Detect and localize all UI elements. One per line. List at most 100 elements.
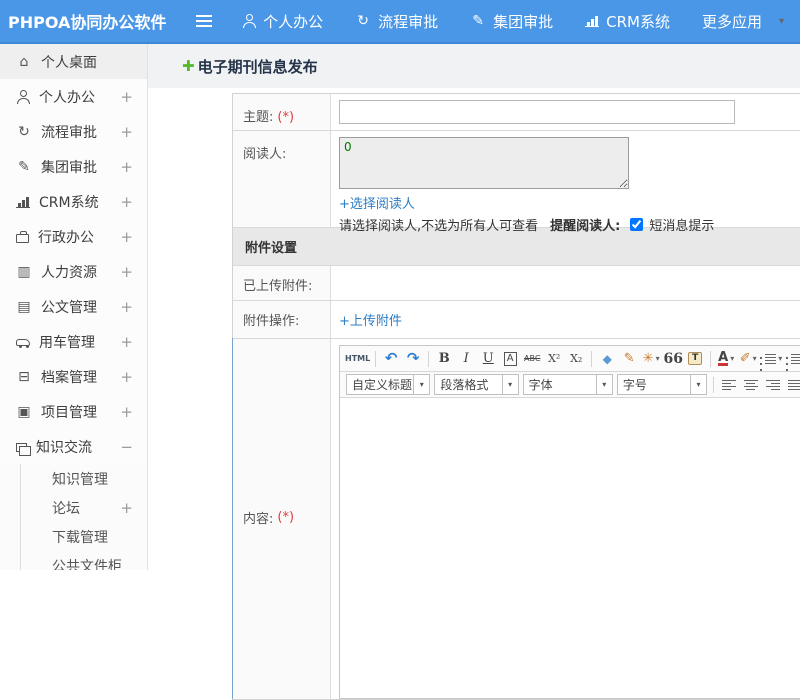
- sidebar-item-label: 下载管理: [52, 529, 108, 546]
- highlight-icon[interactable]: ✐ ▾: [738, 349, 758, 369]
- readers-textarea[interactable]: 0: [339, 137, 629, 189]
- uploaded-label: 已上传附件:: [233, 266, 331, 300]
- italic-icon: I: [463, 351, 469, 366]
- sidebar-item-知识管理[interactable]: 知识管理: [21, 464, 147, 493]
- font-family-select[interactable]: 字体 ▾: [522, 374, 613, 395]
- sidebar-item-行政办公[interactable]: 行政办公 +: [0, 219, 147, 254]
- custom-title-select[interactable]: 自定义标题 ▾: [346, 374, 431, 395]
- readers-label: 阅读人:: [233, 131, 331, 227]
- sidebar-item-个人桌面[interactable]: ⌂ 个人桌面: [0, 44, 147, 79]
- workflow-icon: ↻: [357, 13, 369, 29]
- superscript-icon: X²: [548, 352, 561, 365]
- editor-content-area[interactable]: [340, 398, 800, 698]
- align-center-icon: [743, 379, 758, 390]
- app-logo: PHPOA协同办公软件: [8, 13, 167, 32]
- nav-item-CRM系统[interactable]: CRM系统: [569, 0, 686, 43]
- unordered-list-icon[interactable]: [784, 349, 800, 369]
- nav-item-个人办公[interactable]: 个人办公: [226, 0, 339, 43]
- top-navigation: 个人办公 ↻ 流程审批 ✎ 集团审批 CRM系统 更多应用 ▾: [226, 0, 800, 43]
- blockquote-icon[interactable]: 66: [663, 349, 683, 369]
- attachment-action-label: 附件操作:: [233, 301, 331, 338]
- strikethrough-icon: ABC: [524, 353, 541, 363]
- nav-item-流程审批[interactable]: ↻ 流程审批: [339, 0, 454, 43]
- sms-checkbox[interactable]: [630, 218, 644, 231]
- undo-icon[interactable]: ↶: [381, 349, 401, 369]
- upload-attachment-link[interactable]: +上传附件: [339, 314, 402, 329]
- sidebar-item-用车管理[interactable]: 用车管理 +: [0, 324, 147, 359]
- toolbar-separator: [710, 350, 712, 367]
- sidebar-item-档案管理[interactable]: ⊟ 档案管理 +: [0, 359, 147, 394]
- expand-icon[interactable]: +: [120, 158, 133, 176]
- subscript-icon[interactable]: X₂: [566, 349, 586, 369]
- font-border-icon: A: [503, 351, 517, 366]
- html-source-button[interactable]: HTML: [345, 349, 370, 369]
- expand-icon[interactable]: +: [120, 298, 133, 316]
- strikethrough-icon[interactable]: ABC: [522, 349, 542, 369]
- paste-word-icon[interactable]: T: [685, 349, 705, 369]
- underline-icon[interactable]: U: [478, 349, 498, 369]
- sidebar-item-论坛[interactable]: 论坛 +: [21, 493, 147, 522]
- font-size-select[interactable]: 字号 ▾: [616, 374, 707, 395]
- redo-icon[interactable]: ↷: [403, 349, 423, 369]
- align-center-icon[interactable]: [741, 375, 761, 395]
- collapse-icon[interactable]: −: [120, 438, 133, 456]
- expand-icon[interactable]: +: [120, 123, 133, 141]
- sidebar-item-项目管理[interactable]: ▣ 项目管理 +: [0, 394, 147, 429]
- sidebar-item-label: 档案管理: [41, 369, 97, 386]
- superscript-icon[interactable]: X²: [544, 349, 564, 369]
- expand-icon[interactable]: +: [120, 368, 133, 386]
- subject-input[interactable]: [339, 100, 735, 124]
- sidebar-item-个人办公[interactable]: 个人办公 +: [0, 79, 147, 114]
- select-readers-link[interactable]: +选择阅读人: [339, 197, 415, 212]
- sidebar-item-公文管理[interactable]: ▤ 公文管理 +: [0, 289, 147, 324]
- autotypeset-icon: ✳: [642, 351, 654, 366]
- sidebar-item-CRM系统[interactable]: CRM系统 +: [0, 184, 147, 219]
- ordered-list-icon[interactable]: ▾: [760, 349, 782, 369]
- font-border-icon[interactable]: A: [500, 349, 520, 369]
- undo-icon: ↶: [384, 349, 398, 367]
- nav-item-集团审批[interactable]: ✎ 集团审批: [454, 0, 569, 43]
- eraser-icon[interactable]: ◆: [597, 349, 617, 369]
- paragraph-select[interactable]: 段落格式 ▾: [434, 374, 519, 395]
- readers-hint-line: 请选择阅读人,不选为所有人可查看 提醒阅读人: 短消息提示: [339, 215, 800, 234]
- sidebar-item-公共文件柜[interactable]: 公共文件柜: [21, 551, 147, 571]
- knowledge-submenu: 知识管理论坛 + 下载管理公共文件柜: [20, 464, 147, 570]
- align-right-icon[interactable]: [763, 375, 783, 395]
- content-row: 内容: (*) HTML ↶ ↷ B I U A ABC X² X₂ ◆ ✎ ✳ ▾ 66 T A ▾ ✐ ▾ ▾ 自定义…: [232, 338, 800, 699]
- sidebar-item-集团审批[interactable]: ✎ 集团审批 +: [0, 149, 147, 184]
- expand-icon[interactable]: +: [120, 333, 133, 351]
- chevron-down-icon: ▾: [730, 354, 735, 363]
- sidebar-item-label: 知识管理: [52, 471, 108, 488]
- italic-icon[interactable]: I: [456, 349, 476, 369]
- underline-icon: U: [482, 351, 494, 366]
- nav-item-label: 集团审批: [493, 12, 554, 31]
- expand-icon[interactable]: +: [120, 263, 133, 281]
- format-brush-icon[interactable]: ✎: [619, 349, 639, 369]
- unordered-list-icon: [786, 353, 800, 364]
- nav-item-更多应用[interactable]: 更多应用 ▾: [686, 0, 800, 43]
- expand-icon[interactable]: +: [120, 403, 133, 421]
- sidebar-item-流程审批[interactable]: ↻ 流程审批 +: [0, 114, 147, 149]
- briefcase-icon: [16, 230, 29, 243]
- hamburger-menu-icon[interactable]: [195, 15, 213, 17]
- sidebar-item-label: 公文管理: [41, 299, 97, 316]
- sidebar-item-知识交流[interactable]: 知识交流 −: [0, 429, 147, 464]
- font-color-icon[interactable]: A ▾: [716, 349, 736, 369]
- car-icon: [16, 339, 30, 348]
- sidebar-item-下载管理[interactable]: 下载管理: [21, 522, 147, 551]
- html-source-button: HTML: [345, 353, 371, 363]
- content-label: 内容: (*): [233, 339, 331, 699]
- autotypeset-icon[interactable]: ✳ ▾: [641, 349, 661, 369]
- toolbar-separator: [591, 350, 593, 367]
- expand-icon[interactable]: +: [120, 499, 133, 517]
- expand-icon[interactable]: +: [120, 228, 133, 246]
- bold-icon[interactable]: B: [434, 349, 454, 369]
- expand-icon[interactable]: +: [120, 193, 133, 211]
- align-left-icon[interactable]: [719, 375, 739, 395]
- sidebar-item-人力资源[interactable]: ▥ 人力资源 +: [0, 254, 147, 289]
- chevron-down-icon: ▾: [778, 354, 783, 363]
- blockquote-icon: 66: [663, 350, 683, 367]
- expand-icon[interactable]: +: [120, 88, 133, 106]
- justify-icon[interactable]: [785, 375, 800, 395]
- project-icon: ▣: [17, 403, 31, 420]
